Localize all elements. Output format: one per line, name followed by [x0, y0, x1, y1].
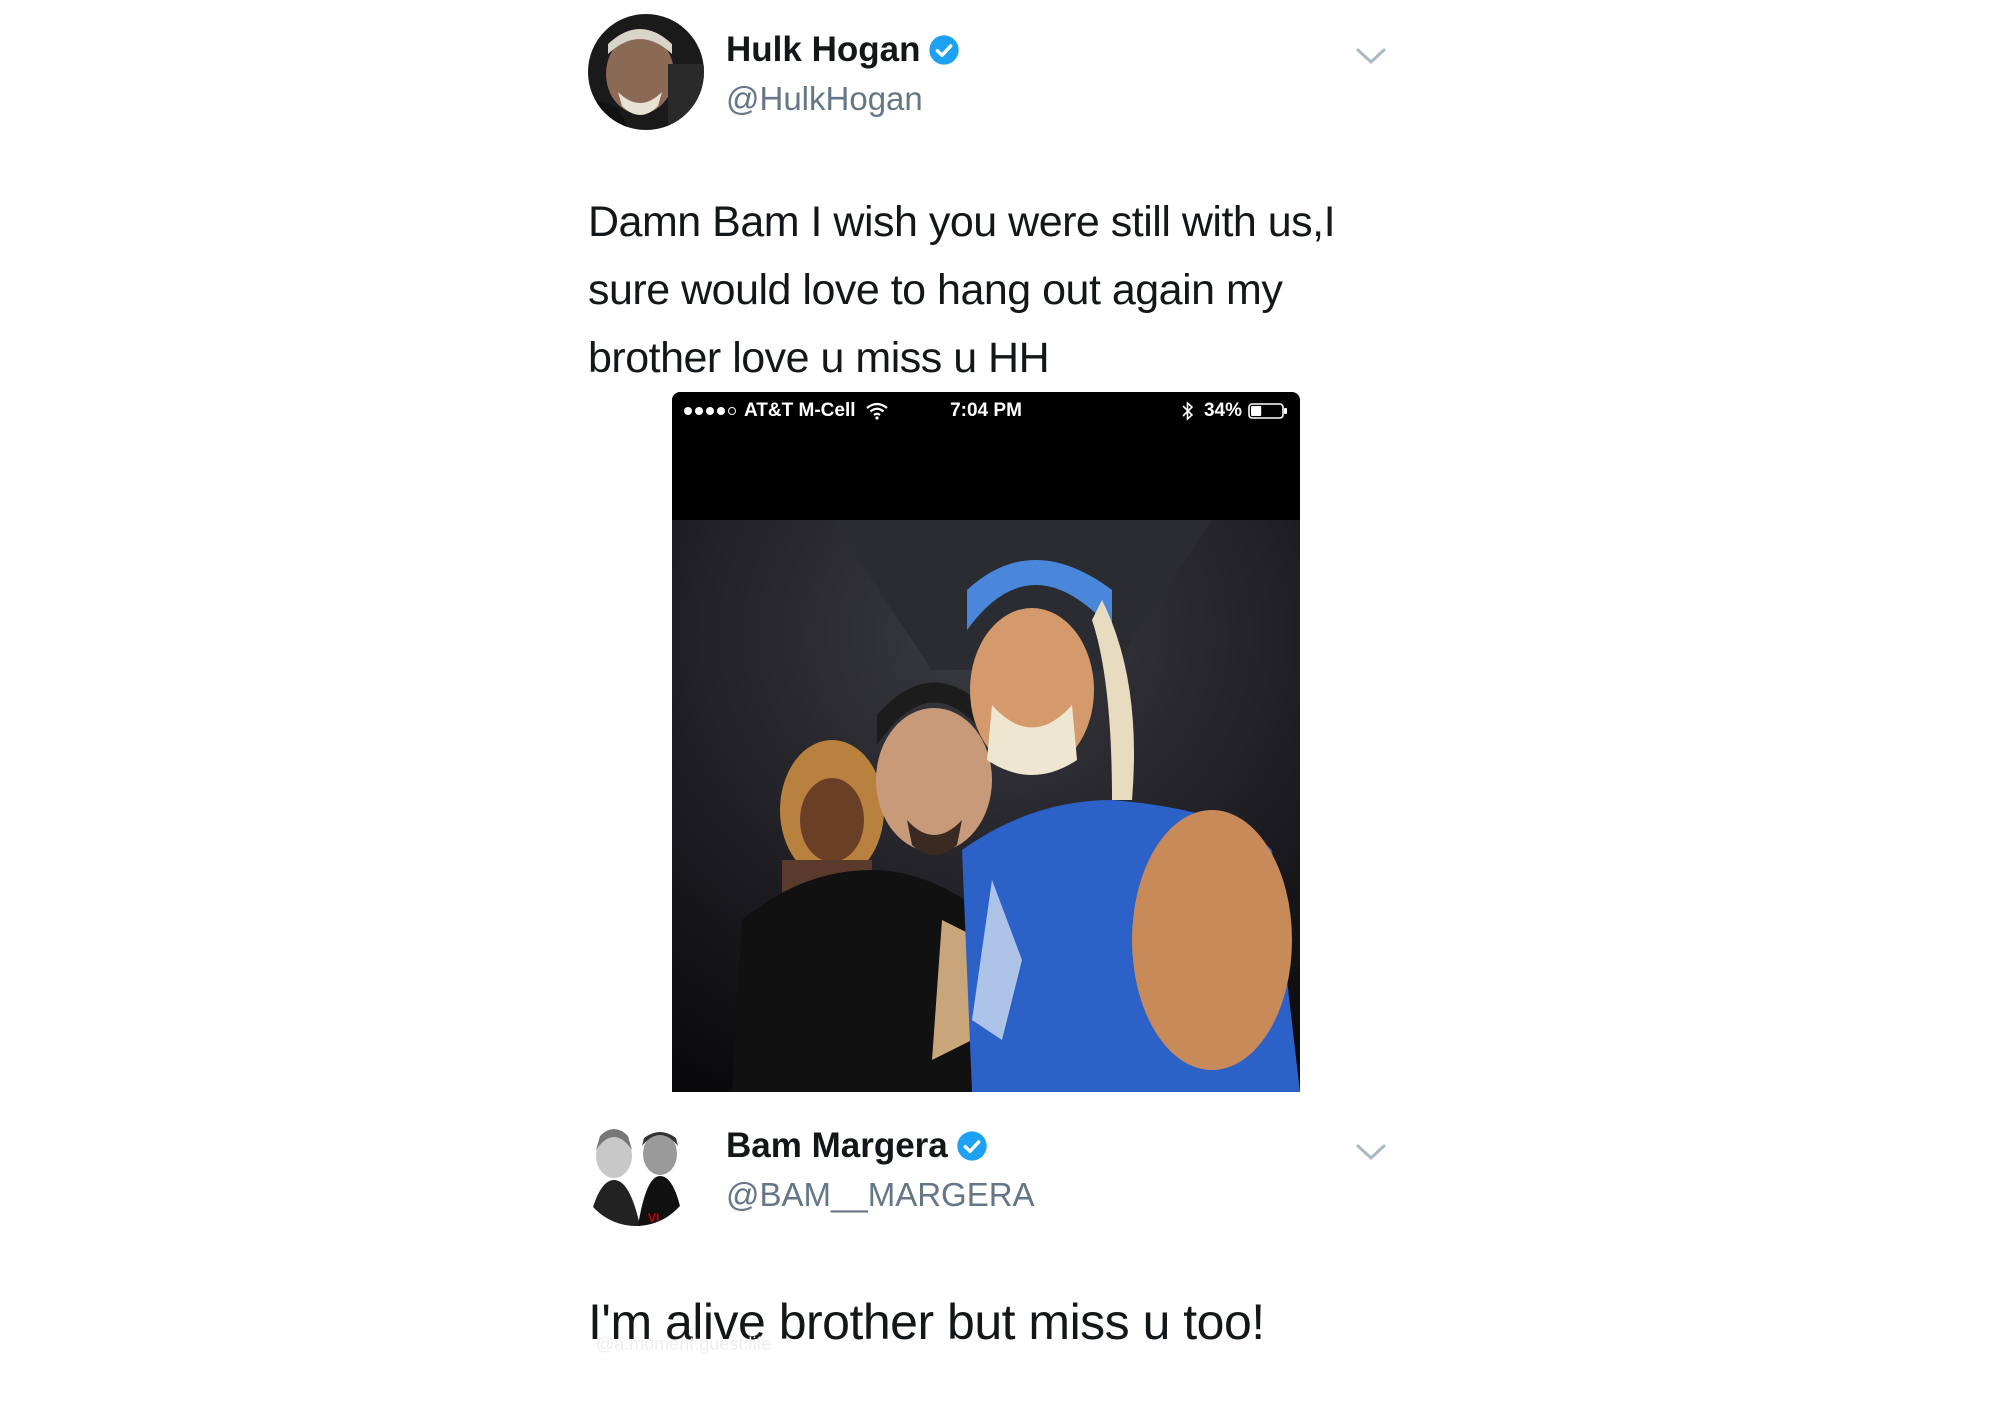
photo: [672, 520, 1300, 1092]
tweet-header: VI Bam Margera @BAM__MARGERA: [578, 1110, 1388, 1230]
svg-text:VI: VI: [648, 1211, 659, 1225]
tweet-header: Hulk Hogan @HulkHogan: [588, 14, 1388, 134]
avatar[interactable]: VI: [578, 1110, 694, 1226]
user-handle[interactable]: @HulkHogan: [726, 80, 923, 118]
user-handle[interactable]: @BAM__MARGERA: [726, 1176, 1035, 1214]
tweet-media-image[interactable]: AT&T M-Cell 7:04 PM 34%: [672, 392, 1300, 1092]
display-name[interactable]: Hulk Hogan: [726, 30, 920, 70]
status-bar: AT&T M-Cell 7:04 PM 34%: [672, 392, 1300, 428]
bluetooth-icon: [1182, 401, 1194, 421]
verified-badge-icon: [928, 34, 960, 66]
tweet-bam-margera: VI Bam Margera @BAM__MARGERA I'm alive b…: [578, 1110, 1388, 1354]
battery-icon: [1248, 403, 1287, 419]
watermark: @a.moment.guest.life: [596, 1334, 772, 1354]
tweet-text: Damn Bam I wish you were still with us,I…: [588, 198, 1336, 382]
chevron-down-icon[interactable]: [1354, 1140, 1388, 1164]
verified-badge-icon: [956, 1130, 988, 1162]
display-name[interactable]: Bam Margera: [726, 1126, 948, 1166]
chevron-down-icon[interactable]: [1354, 44, 1388, 68]
tweet-hulk-hogan: Hulk Hogan @HulkHogan Damn Bam I wish yo…: [588, 14, 1388, 392]
avatar[interactable]: [588, 14, 704, 130]
battery-percent: 34%: [1203, 400, 1242, 421]
